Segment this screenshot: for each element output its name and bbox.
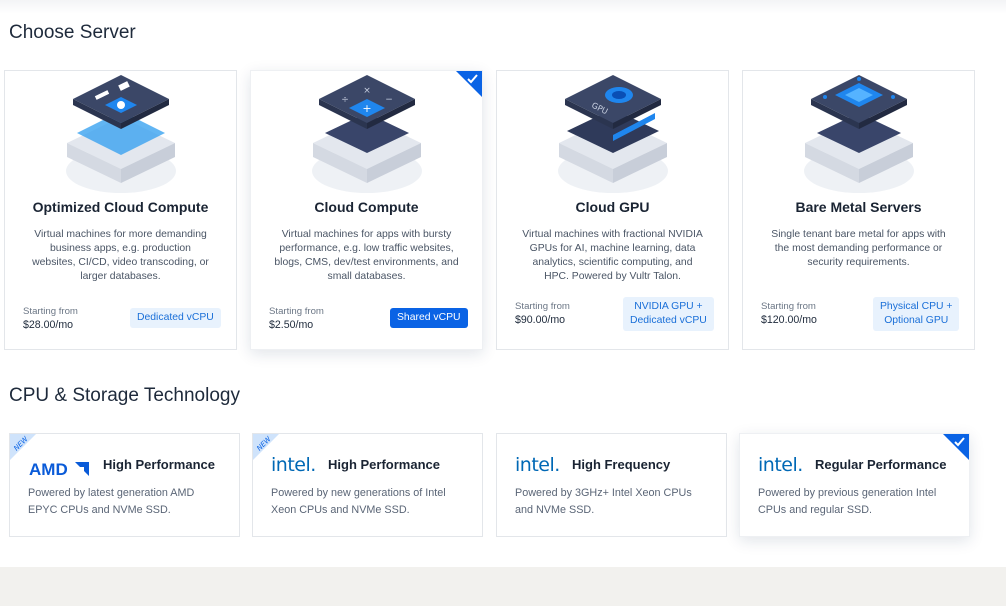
svg-text:+: + (362, 102, 371, 115)
server-price: $28.00/mo (23, 319, 74, 331)
server-tag: Shared vCPU (390, 308, 468, 328)
server-card-cloud-gpu[interactable]: GPU Cloud GPU Virtual machines with frac… (496, 70, 729, 350)
server-description: Virtual machines with fractional NVIDIA … (522, 229, 703, 282)
server-name: Cloud GPU (575, 199, 650, 215)
cpu-storage-title: CPU & Storage Technology (9, 385, 240, 406)
tech-name: Regular Performance (815, 457, 947, 472)
choose-server-title: Choose Server (9, 22, 136, 43)
svg-text:×: × (363, 86, 371, 96)
tech-name: High Performance (328, 457, 440, 472)
server-description: Single tenant bare metal for apps with t… (771, 229, 946, 268)
starting-from-label: Starting from (761, 301, 816, 312)
server-price: $90.00/mo (515, 314, 566, 326)
tech-card-intel-high-frequency[interactable]: intel. High Frequency Powered by 3GHz+ I… (496, 433, 727, 537)
server-tag: NVIDIA GPU + Dedicated vCPU (623, 297, 714, 331)
server-card-bare-metal[interactable]: Bare Metal Servers Single tenant bare me… (742, 70, 975, 350)
server-name: Cloud Compute (314, 199, 419, 215)
tech-description: Powered by latest generation AMD EPYC CP… (28, 487, 195, 516)
server-tag-line: NVIDIA GPU + (634, 301, 703, 312)
gpu-illustration: GPU (557, 75, 668, 193)
tech-card-intel-high-performance[interactable]: NEW intel. High Performance Powered by n… (252, 433, 483, 537)
server-tag-line: Physical CPU + (880, 301, 953, 312)
svg-text:AMD: AMD (29, 460, 68, 479)
server-name: Optimized Cloud Compute (32, 199, 209, 215)
server-price: $120.00/mo (761, 314, 817, 326)
optimized-compute-illustration (65, 75, 176, 193)
bare-metal-illustration (803, 75, 914, 193)
tech-card-amd-high-performance[interactable]: NEW AMD High Performance Powered by late… (9, 433, 240, 537)
intel-logo: intel. (758, 454, 803, 476)
amd-logo: AMD (29, 460, 89, 479)
server-tag: Physical CPU + Optional GPU (873, 297, 960, 331)
tech-description: Powered by 3GHz+ Intel Xeon CPUs and NVM… (515, 487, 692, 516)
server-tag-line: Dedicated vCPU (630, 315, 707, 326)
server-card-cloud-compute[interactable]: + × ÷ − Cloud Compute Virtual machines f… (250, 70, 483, 350)
svg-text:÷: ÷ (341, 95, 349, 105)
starting-from-label: Starting from (515, 301, 570, 312)
server-description: Virtual machines for apps with bursty pe… (274, 229, 459, 282)
cloud-compute-illustration: + × ÷ − (311, 75, 422, 193)
intel-logo: intel. (515, 454, 560, 476)
tech-description: Powered by previous generation Intel CPU… (758, 487, 937, 516)
tech-name: High Frequency (572, 457, 671, 472)
server-price: $2.50/mo (269, 319, 314, 331)
svg-text:−: − (385, 95, 393, 105)
starting-from-label: Starting from (23, 306, 78, 317)
new-badge: NEW (10, 434, 36, 460)
server-description: Virtual machines for more demanding busi… (32, 229, 209, 282)
footer-band (0, 567, 1006, 606)
check-icon (943, 434, 969, 460)
tech-card-intel-regular-performance[interactable]: intel. Regular Performance Powered by pr… (739, 433, 970, 537)
intel-logo: intel. (271, 454, 316, 476)
server-tag-line: Optional GPU (884, 315, 949, 326)
tech-name: High Performance (103, 457, 215, 472)
server-name: Bare Metal Servers (795, 199, 922, 215)
top-shadow (0, 0, 1006, 14)
tech-description: Powered by new generations of Intel Xeon… (271, 487, 446, 516)
starting-from-label: Starting from (269, 306, 324, 317)
server-tag: Dedicated vCPU (130, 308, 221, 328)
check-icon (456, 71, 482, 97)
server-card-optimized-cloud-compute[interactable]: Optimized Cloud Compute Virtual machines… (4, 70, 237, 350)
